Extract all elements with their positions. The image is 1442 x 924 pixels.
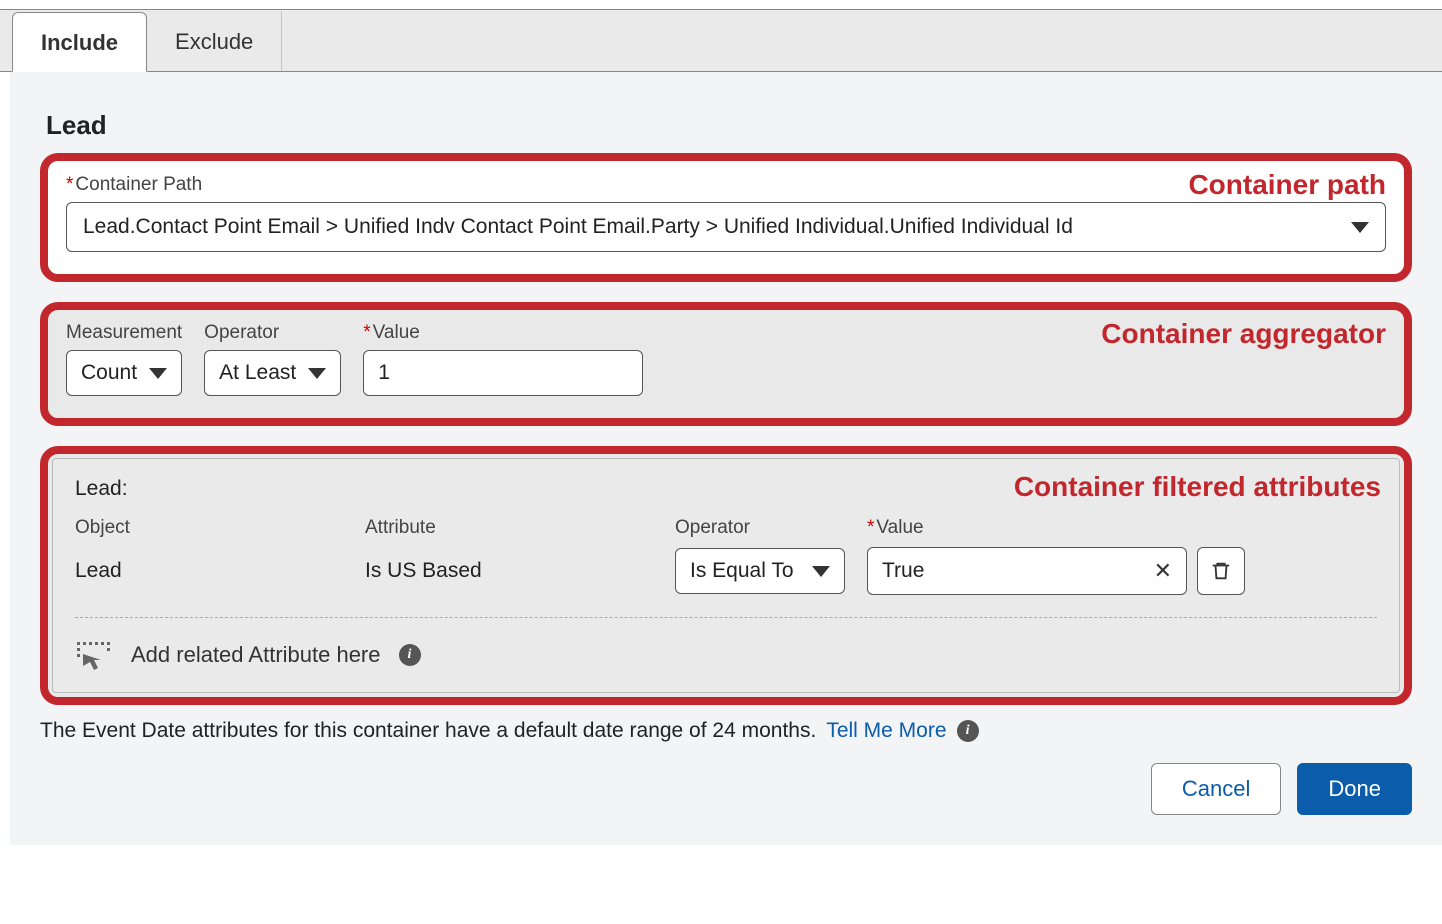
measurement-label: Measurement — [66, 322, 182, 344]
row-attribute: Is US Based — [365, 559, 665, 583]
col-value-text: Value — [876, 517, 923, 538]
chevron-down-icon — [149, 368, 167, 379]
top-rule — [0, 0, 1442, 10]
aggregator-value-input[interactable]: 1 — [363, 350, 643, 396]
info-icon[interactable]: i — [957, 720, 979, 742]
section-title: Lead — [46, 110, 1412, 141]
chevron-down-icon — [812, 566, 830, 577]
container-path-value: Lead.Contact Point Email > Unified Indv … — [83, 215, 1073, 239]
col-value: *Value — [867, 517, 1187, 539]
attribute-row: Lead Is US Based Is Equal To True ✕ — [75, 547, 1377, 617]
cancel-button[interactable]: Cancel — [1151, 763, 1281, 815]
content-area: Lead Container path *Container Path Lead… — [10, 72, 1442, 845]
drag-target-icon — [75, 640, 113, 670]
row-operator-value: Is Equal To — [690, 559, 794, 583]
required-marker: * — [66, 174, 73, 195]
measurement-value: Count — [81, 361, 137, 385]
container-path-dropdown[interactable]: Lead.Contact Point Email > Unified Indv … — [66, 202, 1386, 252]
required-marker: * — [363, 322, 370, 343]
add-attribute-row[interactable]: Add related Attribute here i — [75, 617, 1377, 692]
add-attribute-label: Add related Attribute here — [131, 642, 381, 668]
value-label-text: Value — [373, 322, 420, 343]
required-marker: * — [867, 517, 874, 538]
row-operator-dropdown[interactable]: Is Equal To — [675, 548, 845, 594]
container-path-block: Container path *Container Path Lead.Cont… — [40, 153, 1412, 282]
operator-dropdown[interactable]: At Least — [204, 350, 341, 396]
value-label: *Value — [363, 322, 643, 344]
container-filtered-attributes-block: Lead: Container filtered attributes Obje… — [40, 446, 1412, 705]
chevron-down-icon — [308, 368, 326, 379]
footer-note: The Event Date attributes for this conta… — [40, 719, 1412, 743]
tab-exclude[interactable]: Exclude — [147, 11, 282, 71]
info-icon[interactable]: i — [399, 644, 421, 666]
tab-bar: Include Exclude — [0, 10, 1442, 72]
container-path-label-text: Container Path — [75, 174, 202, 195]
annotation-path: Container path — [1188, 169, 1386, 201]
delete-row-button[interactable] — [1197, 547, 1245, 595]
tell-me-more-link[interactable]: Tell Me More — [826, 719, 946, 743]
col-operator: Operator — [675, 517, 857, 539]
chevron-down-icon — [1351, 222, 1369, 233]
row-value-input[interactable]: True ✕ — [867, 547, 1187, 595]
annotation-aggregator: Container aggregator — [1101, 318, 1386, 350]
operator-value: At Least — [219, 361, 296, 385]
measurement-dropdown[interactable]: Count — [66, 350, 182, 396]
action-bar: Cancel Done — [40, 763, 1412, 815]
tab-include[interactable]: Include — [12, 12, 147, 72]
operator-label: Operator — [204, 322, 341, 344]
row-value-text: True — [882, 559, 924, 583]
row-object: Lead — [75, 559, 355, 583]
done-button[interactable]: Done — [1297, 763, 1412, 815]
filtered-heading: Lead: — [75, 477, 128, 500]
container-path-label: *Container Path — [66, 174, 202, 196]
clear-icon[interactable]: ✕ — [1154, 558, 1172, 584]
trash-icon — [1210, 560, 1232, 582]
footer-text: The Event Date attributes for this conta… — [40, 719, 816, 743]
container-aggregator-block: Container aggregator Measurement Count O… — [40, 302, 1412, 426]
annotation-attributes: Container filtered attributes — [1014, 471, 1381, 503]
col-attribute: Attribute — [365, 517, 665, 539]
col-object: Object — [75, 517, 355, 539]
